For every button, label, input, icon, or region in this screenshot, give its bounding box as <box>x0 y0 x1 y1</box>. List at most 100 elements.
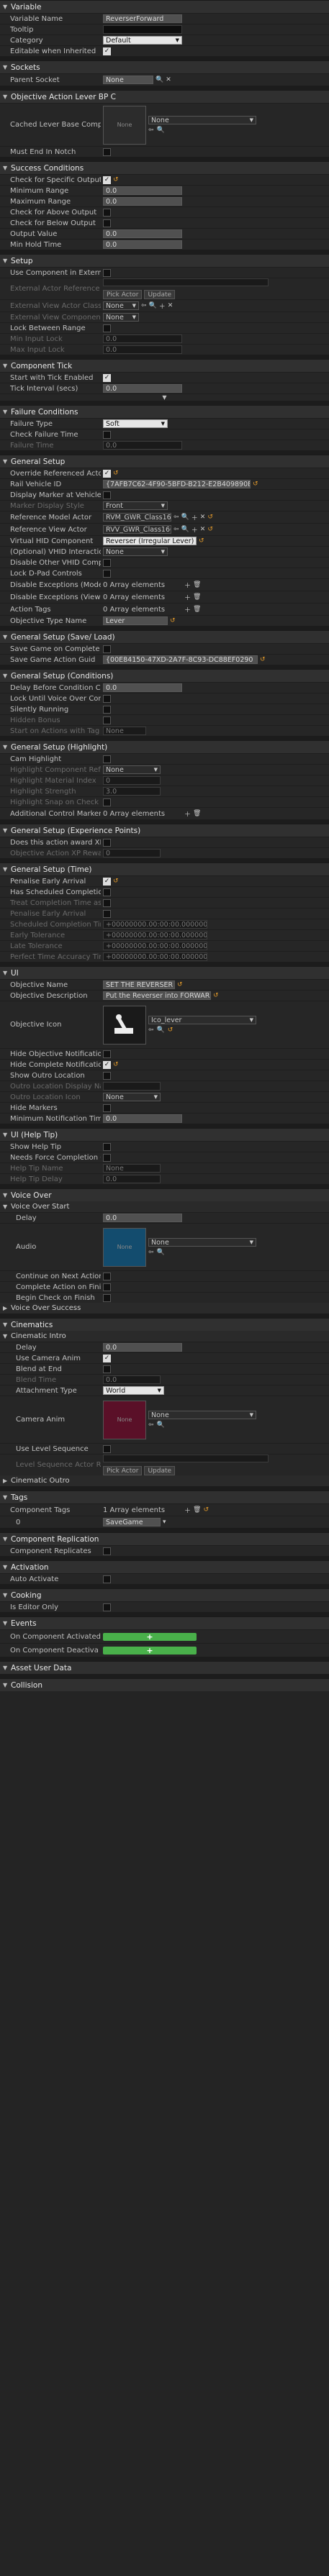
tick-interval-input[interactable]: 0.0 <box>103 384 182 393</box>
section-conditions[interactable]: ▼ General Setup (Conditions) <box>0 669 329 682</box>
section-voice-over[interactable]: ▼ Voice Over <box>0 1188 329 1201</box>
display-marker-checkbox[interactable] <box>103 491 111 499</box>
vo-delay-input[interactable]: 0.0 <box>103 1214 182 1222</box>
save-guid-input[interactable]: {00E84150-47XD-2A7F-8C93-DC88EF0290 <box>103 655 258 664</box>
vhid-dropdown[interactable]: None ▼ <box>103 547 168 556</box>
arrow-left-icon[interactable]: ⇦ <box>148 127 154 134</box>
clear-icon[interactable]: ✕ <box>200 526 206 533</box>
collapse-arrow-icon[interactable]: ▼ <box>3 1665 9 1671</box>
hide-markers-checkbox[interactable] <box>103 1103 111 1112</box>
objective-desc-input[interactable]: Put the Reverser into FORWARD <box>103 991 211 1000</box>
add-icon[interactable]: ＋ <box>184 581 191 590</box>
reset-icon[interactable]: ↺ <box>213 992 219 999</box>
advanced-expander[interactable]: ▼ <box>0 393 329 401</box>
pick-actor-button[interactable]: Pick Actor <box>103 1466 143 1475</box>
audio-dropdown[interactable]: None ▼ <box>148 1238 256 1247</box>
collapse-arrow-icon[interactable]: ▼ <box>3 458 9 465</box>
section-ui[interactable]: ▼ UI <box>0 966 329 979</box>
section-replication[interactable]: ▼ Component Replication <box>0 1532 329 1545</box>
save-complete-checkbox[interactable] <box>103 645 111 653</box>
use-component-checkbox[interactable] <box>103 268 111 277</box>
reset-icon[interactable]: ↺ <box>253 481 258 488</box>
collapse-arrow-icon[interactable]: ▼ <box>3 165 9 171</box>
add-icon[interactable]: ＋ <box>191 525 198 534</box>
check-above-checkbox[interactable] <box>103 208 111 217</box>
arrow-left-icon[interactable]: ⇦ <box>148 1027 154 1034</box>
auto-activate-checkbox[interactable] <box>103 1575 111 1583</box>
penalty-checkbox[interactable]: ✓ <box>103 877 111 886</box>
collapse-arrow-icon[interactable]: ▼ <box>3 1592 9 1598</box>
trash-icon[interactable]: 🗑 <box>193 606 201 613</box>
collapse-arrow-icon[interactable]: ▼ <box>3 1682 9 1688</box>
collapse-arrow-icon[interactable]: ▼ <box>3 1494 9 1501</box>
cin-delay-input[interactable]: 0.0 <box>103 1343 182 1352</box>
start-tick-checkbox[interactable]: ✓ <box>103 373 111 382</box>
reset-icon[interactable]: ↺ <box>113 1061 119 1068</box>
max-range-input[interactable]: 0.0 <box>103 197 182 206</box>
disable-other-checkbox[interactable] <box>103 558 111 567</box>
parent-socket-input[interactable]: None <box>103 76 153 84</box>
reset-icon[interactable]: ↺ <box>207 514 213 521</box>
treat-completion-checkbox[interactable] <box>103 898 111 907</box>
lock-until-checkbox[interactable] <box>103 694 111 703</box>
rail-vehicle-input[interactable]: {7AFB7C62-4F90-5BFD-B212-E2B409890E5 <box>103 480 251 488</box>
collapse-arrow-icon[interactable]: ▼ <box>3 64 9 70</box>
late-tolerance-input[interactable]: +00000000.00:00:00.000000000 <box>103 942 207 950</box>
check-specific-checkbox[interactable]: ✓ <box>103 176 111 184</box>
collapse-arrow-icon[interactable]: ▼ <box>3 634 9 640</box>
hide-complete-checkbox[interactable]: ✓ <box>103 1060 111 1069</box>
highlight-comp-dropdown[interactable]: None ▼ <box>103 765 161 774</box>
section-help-tip[interactable]: ▼ UI (Help Tip) <box>0 1128 329 1141</box>
trash-icon[interactable]: 🗑 <box>193 810 201 817</box>
collapse-arrow-icon[interactable]: ▼ <box>3 4 9 10</box>
perfect-time-input[interactable]: +00000000.00:00:00.000000000 <box>103 952 207 961</box>
objective-icon-dropdown[interactable]: Ico_lever ▼ <box>148 1016 256 1024</box>
clear-icon[interactable]: ✕ <box>168 302 173 309</box>
check-below-checkbox[interactable] <box>103 219 111 227</box>
collapse-arrow-icon[interactable]: ▼ <box>3 363 9 369</box>
outro-icon-dropdown[interactable]: None ▼ <box>103 1093 161 1101</box>
collapse-arrow-icon[interactable]: ▼ <box>3 94 9 100</box>
hidden-bonus-checkbox[interactable] <box>103 716 111 724</box>
collapse-arrow-icon[interactable]: ▼ <box>3 1132 9 1138</box>
external-actor-input[interactable] <box>103 278 269 286</box>
ref-view-dropdown[interactable]: RVV_GWR_Class166_DMCO_C▼ <box>103 525 171 534</box>
collapse-arrow-icon[interactable]: ▶ <box>3 1305 9 1311</box>
add-icon[interactable]: ＋ <box>184 809 191 819</box>
delay-condition-input[interactable]: 0.0 <box>103 683 182 692</box>
collapse-arrow-icon[interactable]: ▼ <box>3 1192 9 1198</box>
objective-type-input[interactable]: Lever <box>103 616 168 625</box>
collapse-arrow-icon[interactable]: ▼ <box>3 1620 9 1626</box>
ext-view-comp-dropdown[interactable]: None ▼ <box>103 313 139 322</box>
cached-thumbnail[interactable]: None <box>103 105 146 145</box>
scheduled-completion-checkbox[interactable] <box>103 888 111 896</box>
search-icon[interactable]: 🔍 <box>181 514 189 521</box>
add-activated-event-button[interactable]: + <box>103 1632 197 1642</box>
tooltip-input[interactable] <box>103 25 182 34</box>
add-deactivated-event-button[interactable]: + <box>103 1646 197 1655</box>
arrow-left-icon[interactable]: ⇦ <box>141 302 147 309</box>
early-tolerance-input[interactable]: +00000000.00:00:00.000000000 <box>103 931 207 939</box>
help-delay-input[interactable]: 0.0 <box>103 1175 161 1183</box>
search-icon[interactable]: 🔍 <box>181 526 189 533</box>
help-name-input[interactable]: None <box>103 1164 161 1173</box>
sched-time-input[interactable]: +00000000.00:00:00.000000000 <box>103 920 207 929</box>
add-icon[interactable]: ＋ <box>184 593 191 602</box>
use-camera-checkbox[interactable]: ✓ <box>103 1354 111 1362</box>
failure-type-dropdown[interactable]: Soft ▼ <box>103 419 168 428</box>
reset-icon[interactable]: ↺ <box>113 878 119 885</box>
audio-thumbnail[interactable]: None <box>103 1227 146 1267</box>
collapse-arrow-icon[interactable]: ▼ <box>3 673 9 679</box>
section-success[interactable]: ▼ Success Conditions <box>0 161 329 174</box>
camera-anim-dropdown[interactable]: None ▼ <box>148 1411 256 1419</box>
add-icon[interactable]: ＋ <box>184 1506 191 1515</box>
outro-display-input[interactable] <box>103 1082 161 1091</box>
section-setup[interactable]: ▼ Setup <box>0 254 329 267</box>
section-objective-action[interactable]: ▼ Objective Action Lever BP C <box>0 90 329 103</box>
chevron-down-icon[interactable]: ▼ <box>162 394 166 401</box>
collapse-arrow-icon[interactable]: ▼ <box>3 258 9 264</box>
editor-only-checkbox[interactable] <box>103 1603 111 1611</box>
collapse-arrow-icon[interactable]: ▼ <box>3 1536 9 1542</box>
collapse-arrow-icon[interactable]: ▼ <box>3 970 9 976</box>
continue-next-checkbox[interactable] <box>103 1272 111 1280</box>
